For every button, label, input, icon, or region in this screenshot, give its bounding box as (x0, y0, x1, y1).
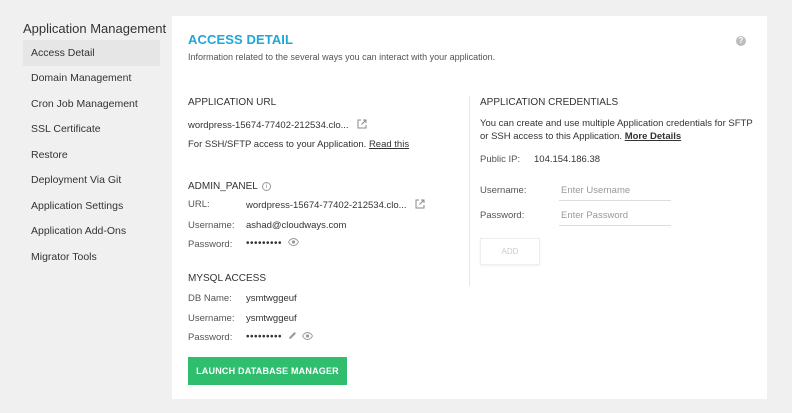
page-title: ACCESS DETAIL (188, 32, 294, 47)
external-link-icon[interactable] (415, 199, 425, 212)
sidebar-item-deployment-via-git[interactable]: Deployment Via Git (23, 167, 160, 193)
credentials-desc-line2: or SSH access to this Application. (480, 131, 623, 142)
admin-url-row: wordpress-15674-77402-212534.clo... (246, 199, 425, 212)
sidebar-title: Application Management (23, 21, 167, 36)
sidebar-item-restore[interactable]: Restore (23, 142, 160, 168)
sidebar-item-access-detail[interactable]: Access Detail (23, 40, 160, 66)
sidebar-item-ssl-certificate[interactable]: SSL Certificate (23, 116, 160, 142)
admin-panel-heading: ADMIN_PANEL (188, 181, 258, 192)
mysql-password-value: ••••••••• (246, 331, 283, 343)
add-credential-button[interactable]: ADD (480, 238, 540, 265)
eye-icon[interactable] (287, 238, 299, 249)
admin-password-label: Password: (188, 239, 233, 250)
mysql-heading: MYSQL ACCESS (188, 273, 266, 284)
sidebar: Application Management Access Detail Dom… (0, 0, 170, 413)
external-link-icon[interactable] (357, 119, 367, 132)
access-detail-panel: ACCESS DETAIL Information related to the… (172, 16, 767, 399)
password-input[interactable] (559, 206, 671, 226)
public-ip-label: Public IP: (480, 154, 521, 165)
admin-url-label: URL: (188, 199, 210, 210)
admin-username-label: Username: (188, 220, 235, 231)
question-circle-icon[interactable]: ? (736, 36, 746, 46)
sidebar-item-migrator-tools[interactable]: Migrator Tools (23, 244, 160, 270)
mysql-username-label: Username: (188, 313, 235, 324)
public-ip-value: 104.154.186.38 (534, 154, 601, 165)
cred-password-label: Password: (480, 210, 525, 221)
pencil-icon[interactable] (288, 331, 297, 343)
mysql-password-row: ••••••••• (246, 331, 314, 343)
sidebar-item-application-settings[interactable]: Application Settings (23, 193, 160, 219)
info-icon[interactable]: i (261, 181, 271, 191)
db-name-label: DB Name: (188, 293, 232, 304)
admin-password-value: ••••••••• (246, 238, 283, 250)
username-input[interactable] (559, 181, 671, 201)
page-subtitle: Information related to the several ways … (188, 52, 496, 62)
ssh-note-row: For SSH/SFTP access to your Application.… (188, 139, 409, 150)
column-divider (469, 96, 470, 286)
sidebar-item-cron-job-management[interactable]: Cron Job Management (23, 91, 160, 117)
app-credentials-heading: APPLICATION CREDENTIALS (480, 97, 619, 108)
credentials-desc-line1: You can create and use multiple Applicat… (480, 118, 753, 129)
app-url-row: wordpress-15674-77402-212534.clo... (188, 119, 367, 132)
ssh-note: For SSH/SFTP access to your Application. (188, 139, 367, 150)
eye-icon[interactable] (302, 331, 314, 343)
more-details-link[interactable]: More Details (625, 131, 682, 142)
admin-url-link[interactable]: wordpress-15674-77402-212534.clo... (246, 200, 407, 211)
sidebar-item-domain-management[interactable]: Domain Management (23, 65, 160, 91)
read-this-link[interactable]: Read this (369, 139, 409, 150)
db-name-value: ysmtwggeuf (246, 293, 297, 304)
launch-database-manager-button[interactable]: LAUNCH DATABASE MANAGER (188, 357, 347, 385)
admin-panel-heading-row: ADMIN_PANEL i (188, 181, 271, 192)
credentials-desc-row: or SSH access to this Application. More … (480, 131, 681, 142)
cred-username-label: Username: (480, 185, 527, 196)
mysql-password-label: Password: (188, 332, 233, 343)
app-url-heading: APPLICATION URL (188, 97, 277, 108)
admin-username-value: ashad@cloudways.com (246, 220, 347, 231)
app-url-link[interactable]: wordpress-15674-77402-212534.clo... (188, 120, 349, 131)
admin-password-row: ••••••••• (246, 238, 299, 249)
sidebar-item-application-add-ons[interactable]: Application Add-Ons (23, 218, 160, 244)
mysql-username-value: ysmtwggeuf (246, 313, 297, 324)
